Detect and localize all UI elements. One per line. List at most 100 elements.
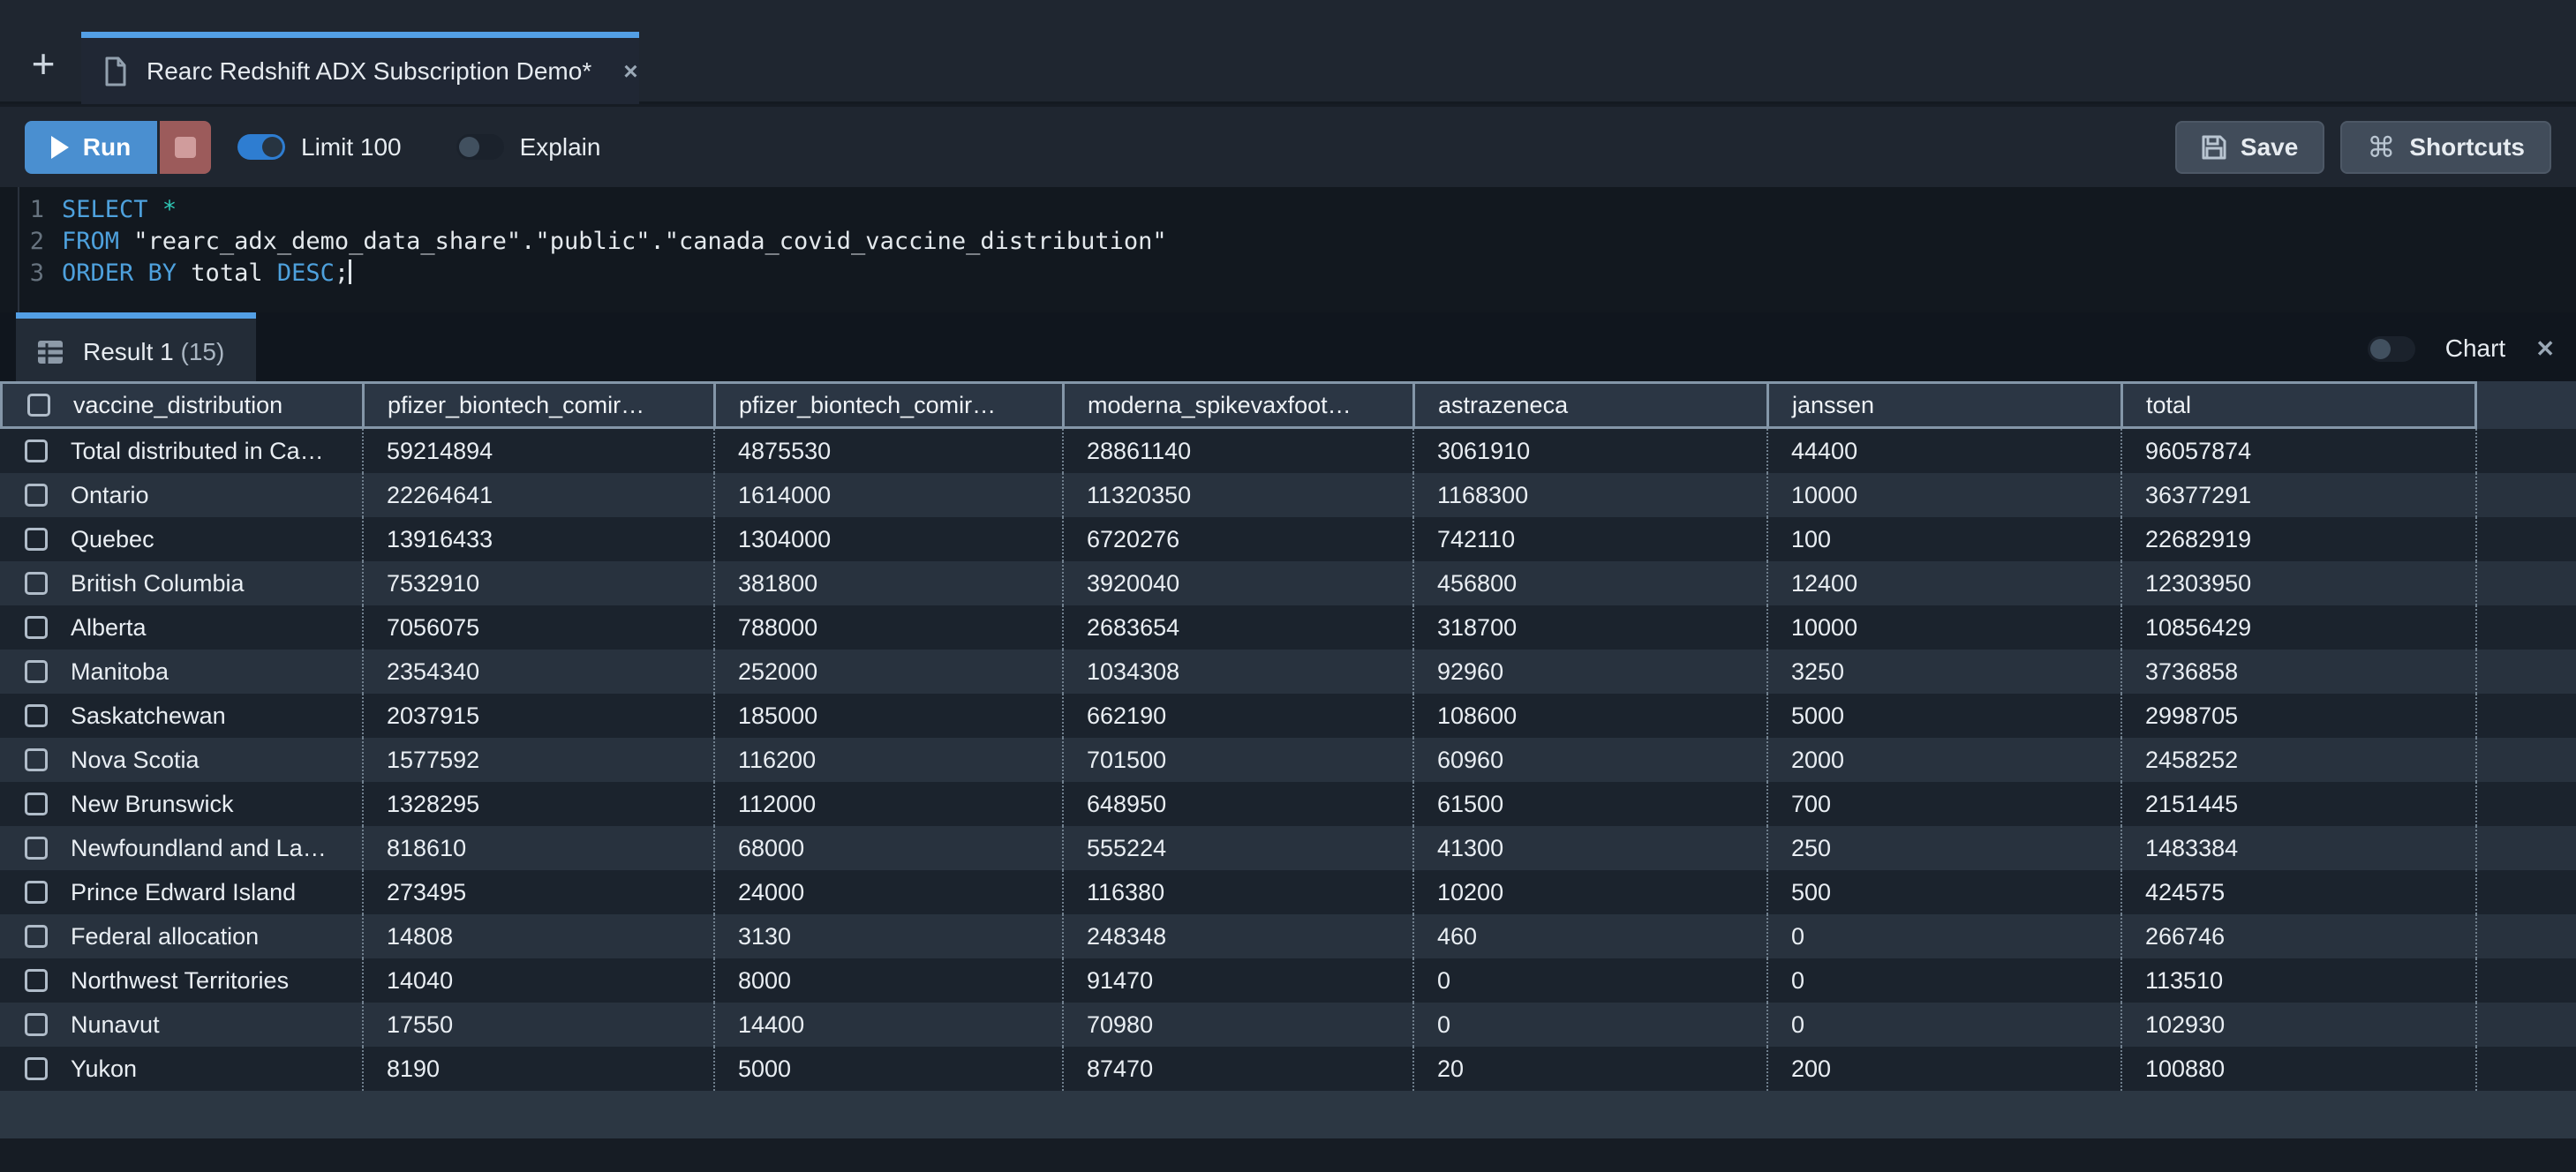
stop-icon [175, 137, 196, 158]
cell-value: Quebec [71, 526, 154, 553]
table-cell: 460 [1412, 914, 1766, 958]
result-table-icon [37, 340, 64, 364]
table-row[interactable]: British Columbia753291038180039200404568… [0, 561, 2576, 605]
table-cell: 788000 [713, 605, 1062, 650]
row-checkbox[interactable] [25, 969, 48, 992]
close-tab-icon[interactable]: × [623, 57, 637, 86]
table-cell: 2000 [1766, 738, 2120, 782]
table-row[interactable]: Alberta705607578800026836543187001000010… [0, 605, 2576, 650]
row-checkbox[interactable] [25, 440, 48, 462]
table-row[interactable]: Prince Edward Island27349524000116380102… [0, 870, 2576, 914]
line-number: 2 [0, 226, 44, 258]
table-cell: Prince Edward Island [0, 870, 362, 914]
table-row[interactable]: Nova Scotia15775921162007015006096020002… [0, 738, 2576, 782]
row-checkbox[interactable] [25, 881, 48, 904]
cell-value: 185000 [738, 702, 817, 730]
table-cell: 1614000 [713, 473, 1062, 517]
table-cell: Total distributed in Ca… [0, 429, 362, 473]
row-checkbox[interactable] [25, 704, 48, 727]
table-cell: Yukon [0, 1047, 362, 1091]
column-header-label: pfizer_biontech_comir… [739, 392, 996, 419]
sql-token: ORDER BY [62, 259, 177, 287]
limit-toggle[interactable] [237, 134, 285, 160]
row-checkbox[interactable] [25, 572, 48, 595]
row-checkbox[interactable] [25, 1057, 48, 1080]
cell-value: 87470 [1087, 1056, 1153, 1083]
cell-value: 10000 [1791, 482, 1857, 509]
cell-value: 456800 [1437, 570, 1517, 597]
table-row[interactable]: Ontario222646411614000113203501168300100… [0, 473, 2576, 517]
table-row[interactable]: Manitoba23543402520001034308929603250373… [0, 650, 2576, 694]
table-cell: 0 [1766, 958, 2120, 1003]
cell-value: Total distributed in Ca… [71, 438, 324, 465]
table-row[interactable]: Total distributed in Ca…5921489448755302… [0, 429, 2576, 473]
table-row[interactable]: Nunavut17550144007098000102930 [0, 1003, 2576, 1047]
table-cell: 818610 [362, 826, 713, 870]
new-tab-button[interactable]: + [21, 44, 65, 88]
table-cell: 24000 [713, 870, 1062, 914]
table-row[interactable]: Quebec1391643313040006720276742110100226… [0, 517, 2576, 561]
column-header-5[interactable]: astrazeneca [1412, 381, 1766, 429]
query-editor-window: + Rearc Redshift ADX Subscription Demo* … [0, 0, 2576, 1172]
table-cell: 252000 [713, 650, 1062, 694]
column-header-1[interactable]: vaccine_distribution [0, 381, 362, 429]
run-button[interactable]: Run [25, 121, 157, 174]
table-row[interactable]: Newfoundland and La…81861068000555224413… [0, 826, 2576, 870]
cell-value: New Brunswick [71, 791, 234, 818]
column-header-3[interactable]: pfizer_biontech_comir… [713, 381, 1062, 429]
row-checkbox[interactable] [25, 528, 48, 551]
result-tab[interactable]: Result 1 (15) [16, 312, 256, 385]
sql-editor[interactable]: 1SELECT *2FROM "rearc_adx_demo_data_shar… [0, 187, 2576, 312]
table-cell: 61500 [1412, 782, 1766, 826]
document-icon [104, 56, 127, 86]
table-cell: 3736858 [2120, 650, 2477, 694]
table-row[interactable]: Saskatchewan2037915185000662190108600500… [0, 694, 2576, 738]
table-row[interactable]: Northwest Territories1404080009147000113… [0, 958, 2576, 1003]
table-row[interactable]: Federal allocation1480831302483484600266… [0, 914, 2576, 958]
shortcuts-button[interactable]: ⌘ Shortcuts [2340, 121, 2551, 174]
table-cell: 1304000 [713, 517, 1062, 561]
column-header-7[interactable]: total [2120, 381, 2477, 429]
cell-value: 788000 [738, 614, 817, 642]
query-tab[interactable]: Rearc Redshift ADX Subscription Demo* × [81, 32, 639, 104]
table-cell: 59214894 [362, 429, 713, 473]
column-header-6[interactable]: janssen [1766, 381, 2120, 429]
row-checkbox[interactable] [25, 484, 48, 507]
cell-value: 22682919 [2145, 526, 2251, 553]
row-checkbox[interactable] [25, 748, 48, 771]
stop-button[interactable] [160, 121, 211, 174]
table-cell: 1034308 [1062, 650, 1412, 694]
sql-token: * [162, 196, 177, 223]
cell-value: 113510 [2145, 967, 2223, 995]
column-header-4[interactable]: moderna_spikevaxfoot… [1062, 381, 1412, 429]
row-checkbox[interactable] [25, 1013, 48, 1036]
explain-toggle[interactable] [456, 134, 504, 160]
row-checkbox[interactable] [25, 616, 48, 639]
table-cell: 0 [1766, 1003, 2120, 1047]
cell-value: 2000 [1791, 747, 1844, 774]
close-results-icon[interactable]: ✕ [2535, 335, 2555, 363]
cell-value: Federal allocation [71, 923, 259, 950]
row-checkbox[interactable] [25, 837, 48, 860]
cell-value: 381800 [738, 570, 817, 597]
select-all-checkbox[interactable] [27, 394, 50, 417]
cell-value: 61500 [1437, 791, 1503, 818]
row-checkbox[interactable] [25, 660, 48, 683]
table-cell: 10000 [1766, 605, 2120, 650]
table-row[interactable]: New Brunswick132829511200064895061500700… [0, 782, 2576, 826]
save-button[interactable]: Save [2175, 121, 2324, 174]
chart-toggle[interactable] [2368, 336, 2415, 362]
table-cell: 0 [1412, 958, 1766, 1003]
table-cell: 44400 [1766, 429, 2120, 473]
cell-value: 0 [1791, 1011, 1804, 1039]
table-cell: 2683654 [1062, 605, 1412, 650]
cell-value: 8000 [738, 967, 791, 995]
row-checkbox[interactable] [25, 925, 48, 948]
row-checkbox[interactable] [25, 793, 48, 815]
table-row[interactable]: Yukon819050008747020200100880 [0, 1047, 2576, 1091]
column-header-2[interactable]: pfizer_biontech_comir… [362, 381, 713, 429]
shortcuts-button-label: Shortcuts [2409, 133, 2525, 162]
table-cell: 100 [1766, 517, 2120, 561]
cell-value: 44400 [1791, 438, 1857, 465]
cell-value: 742110 [1437, 526, 1515, 553]
